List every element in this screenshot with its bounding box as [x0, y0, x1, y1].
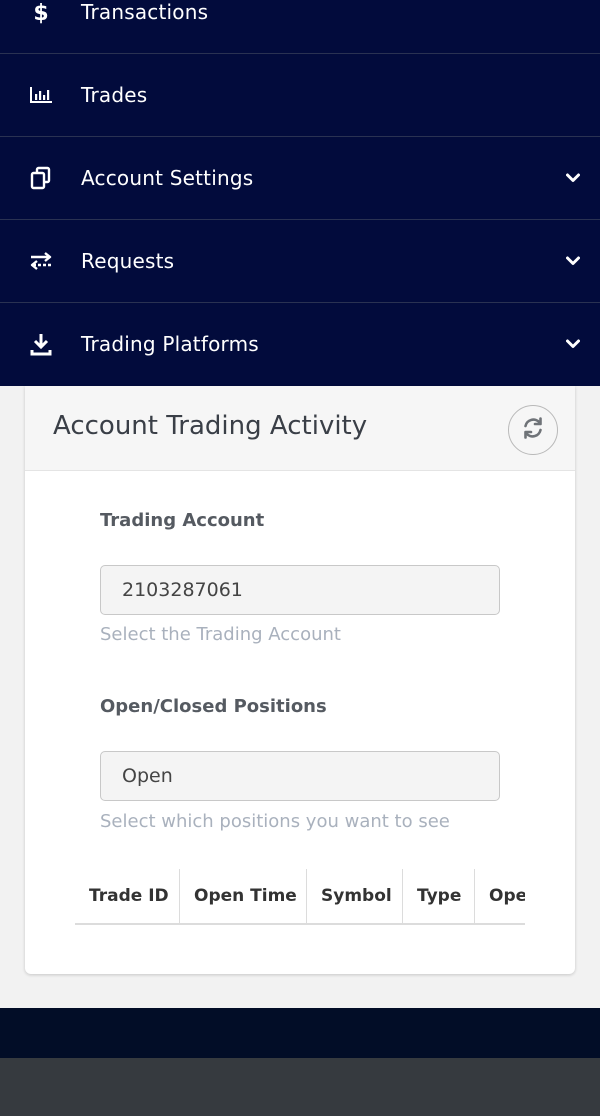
nav-item-account-settings[interactable]: Account Settings	[0, 136, 600, 219]
download-icon	[29, 332, 53, 356]
trading-account-select[interactable]: 2103287061	[100, 565, 500, 615]
column-header-trade-id[interactable]: Trade ID	[75, 869, 180, 923]
chevron-down-icon[interactable]	[564, 335, 582, 353]
nav-item-trading-platforms[interactable]: Trading Platforms	[0, 302, 600, 385]
refresh-button[interactable]	[508, 405, 558, 455]
card-header: Account Trading Activity	[25, 386, 575, 471]
refresh-icon	[521, 416, 545, 445]
positions-select[interactable]: Open	[100, 751, 500, 801]
nav-item-requests[interactable]: Requests	[0, 219, 600, 302]
trading-account-label: Trading Account	[100, 510, 265, 531]
bar-chart-icon	[29, 83, 53, 107]
nav-item-label: Transactions	[81, 0, 209, 24]
svg-text:$: $	[33, 1, 48, 24]
dollar-icon: $	[29, 0, 53, 24]
footer-dark-bar	[0, 1008, 600, 1058]
trading-account-help: Select the Trading Account	[100, 624, 341, 645]
exchange-icon	[29, 249, 53, 273]
nav-item-label: Requests	[81, 249, 175, 273]
positions-label: Open/Closed Positions	[100, 696, 327, 717]
column-header-open[interactable]: Ope	[475, 869, 525, 923]
footer-gray-bar	[0, 1058, 600, 1116]
copy-icon	[29, 166, 53, 190]
column-header-open-time[interactable]: Open Time	[180, 869, 307, 923]
card-title: Account Trading Activity	[53, 411, 368, 441]
trades-table[interactable]: Trade ID Open Time Symbol Type Ope	[75, 869, 525, 925]
column-header-type[interactable]: Type	[403, 869, 475, 923]
chevron-down-icon[interactable]	[564, 252, 582, 270]
sidebar-nav: $ Transactions Trades Account Settings R…	[0, 0, 600, 386]
nav-item-transactions[interactable]: $ Transactions	[0, 0, 600, 53]
account-trading-activity-card: Account Trading Activity Trading Account…	[25, 386, 575, 974]
nav-item-label: Trades	[81, 83, 148, 107]
positions-help: Select which positions you want to see	[100, 811, 450, 832]
column-header-symbol[interactable]: Symbol	[307, 869, 403, 923]
nav-item-label: Account Settings	[81, 166, 254, 190]
nav-item-label: Trading Platforms	[81, 332, 259, 356]
table-header-row: Trade ID Open Time Symbol Type Ope	[75, 869, 525, 923]
nav-item-trades[interactable]: Trades	[0, 53, 600, 136]
chevron-down-icon[interactable]	[564, 169, 582, 187]
